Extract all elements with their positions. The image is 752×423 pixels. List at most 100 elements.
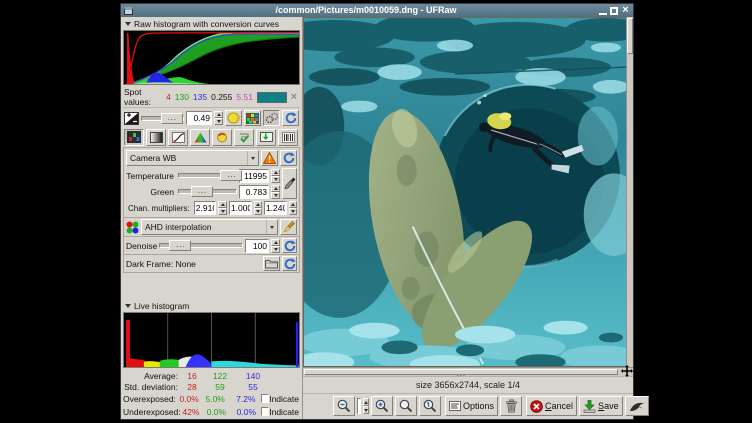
chan-red-input[interactable] <box>195 203 216 213</box>
raw-histogram-expander[interactable]: Raw histogram with conversion curves <box>123 19 300 29</box>
vertical-scrollbar[interactable] <box>626 17 633 367</box>
options-label: Options <box>463 401 494 411</box>
chan-blue-stepper[interactable] <box>289 201 297 215</box>
cancel-label: Cancel <box>545 401 573 411</box>
live-histogram-bars <box>124 313 299 367</box>
save-button[interactable]: Save <box>579 396 623 416</box>
apply-smoothing-button[interactable] <box>280 219 297 235</box>
close-icon[interactable]: × <box>621 6 630 15</box>
chan-red-entry[interactable] <box>194 201 217 215</box>
std-deviation-row: Std. deviation: 28 59 55 <box>123 381 300 392</box>
tab-save-output[interactable] <box>256 129 276 146</box>
clip-highlights-icon <box>227 112 240 124</box>
green-slider[interactable] <box>178 186 237 197</box>
zoom-entry[interactable] <box>357 398 361 414</box>
temperature-entry[interactable] <box>239 169 269 183</box>
dark-frame-label: Dark Frame: None <box>126 259 196 269</box>
title-bar[interactable]: /common/Pictures/m0010059.dng - UFRaw × <box>121 4 633 17</box>
panel-spacer <box>123 273 300 301</box>
tab-base-curve[interactable] <box>168 129 188 146</box>
spot-wb-button[interactable] <box>282 168 297 199</box>
exposure-input[interactable] <box>187 113 211 123</box>
tab-color-management[interactable] <box>190 129 210 146</box>
underexposed-label: Underexposed: <box>123 407 181 417</box>
chan-green-stepper[interactable] <box>254 201 262 215</box>
chan-green-entry[interactable] <box>229 201 252 215</box>
zoom-100-button[interactable] <box>419 396 441 416</box>
image-viewport <box>303 17 633 367</box>
gears-icon <box>265 112 278 124</box>
minimize-icon[interactable] <box>599 7 607 15</box>
load-dark-frame-button[interactable] <box>263 256 280 271</box>
raw-histogram-canvas[interactable] <box>123 30 300 85</box>
zoom-input[interactable] <box>358 401 360 411</box>
image-preview[interactable] <box>303 17 626 367</box>
live-histogram-expander[interactable]: Live histogram <box>123 301 300 311</box>
temperature-stepper[interactable] <box>271 169 280 183</box>
tab-corrections[interactable] <box>212 129 232 146</box>
green-entry[interactable] <box>239 185 269 199</box>
ufraw-window: /common/Pictures/m0010059.dng - UFRaw × … <box>120 3 634 420</box>
exposure-entry[interactable] <box>186 111 212 125</box>
std-label: Std. deviation: <box>123 382 181 392</box>
tab-exif[interactable] <box>278 129 298 146</box>
zoom-out-button[interactable] <box>333 396 355 416</box>
reset-dark-frame-button[interactable] <box>282 256 297 271</box>
underexposed-blue: 0.0% <box>232 407 261 417</box>
corrections-icon <box>216 132 228 143</box>
window-menu-icon[interactable] <box>124 7 133 15</box>
overexposed-indicate-checkbox[interactable] <box>261 394 270 403</box>
horizontal-scrollbar-thumb[interactable] <box>304 369 618 375</box>
tab-grayscale[interactable] <box>146 129 166 146</box>
temperature-slider[interactable] <box>178 170 237 181</box>
denoise-entry[interactable] <box>245 239 269 253</box>
exposure-slider[interactable] <box>141 113 184 124</box>
clip-highlights-button[interactable] <box>225 110 242 126</box>
underexposed-indicate-label[interactable]: Indicate <box>269 407 300 417</box>
vertical-scrollbar-thumb[interactable] <box>627 18 633 54</box>
interpolation-dropdown[interactable]: AHD interpolation <box>141 219 278 235</box>
underexposed-indicate-checkbox[interactable] <box>261 407 269 416</box>
pan-corner[interactable] <box>620 368 633 376</box>
exposure-compensation-icon <box>124 112 139 125</box>
chan-green-input[interactable] <box>230 203 251 213</box>
live-histogram-canvas[interactable] <box>123 312 300 368</box>
zoom-in-icon <box>375 399 389 413</box>
exposure-stepper[interactable] <box>214 111 223 125</box>
raw-histogram-curves <box>124 31 299 84</box>
delete-button[interactable] <box>500 396 522 416</box>
horizontal-scrollbar[interactable] <box>303 368 620 376</box>
green-stepper[interactable] <box>271 185 280 199</box>
send-to-gimp-button[interactable] <box>625 396 649 416</box>
overexposed-indicate-label[interactable]: Indicate <box>269 394 300 404</box>
temperature-input[interactable] <box>240 171 268 181</box>
refresh-icon <box>285 112 297 124</box>
cancel-button[interactable]: Cancel <box>526 396 577 416</box>
restore-details-button[interactable] <box>244 110 261 126</box>
tab-lens-correction[interactable] <box>234 129 254 146</box>
wb-preset-dropdown[interactable]: Camera WB <box>126 150 259 166</box>
denoise-stepper[interactable] <box>271 239 280 253</box>
green-input[interactable] <box>240 187 268 197</box>
wb-warning-button[interactable] <box>261 150 278 166</box>
chan-blue-input[interactable] <box>265 203 286 213</box>
auto-exposure-button[interactable] <box>263 110 280 126</box>
zoom-in-button[interactable] <box>371 396 393 416</box>
raw-histogram-title: Raw histogram with conversion curves <box>134 19 279 29</box>
reset-wb-button[interactable] <box>280 150 297 166</box>
chan-blue-entry[interactable] <box>264 201 287 215</box>
denoise-slider[interactable] <box>159 240 243 251</box>
denoise-input[interactable] <box>246 241 268 251</box>
maximize-icon[interactable] <box>610 7 618 15</box>
options-button[interactable]: Options <box>445 396 498 416</box>
bayer-pattern-icon <box>126 221 139 234</box>
zoom-stepper[interactable] <box>363 398 369 414</box>
zoom-fit-button[interactable] <box>395 396 417 416</box>
spot-close-icon[interactable]: × <box>291 92 299 103</box>
reset-denoise-button[interactable] <box>282 238 297 253</box>
chan-red-stepper[interactable] <box>218 201 226 215</box>
brush-icon <box>282 221 295 234</box>
spot-values-label: Spot values: <box>124 87 162 107</box>
reset-exposure-button[interactable] <box>282 110 299 126</box>
tab-white-balance[interactable] <box>124 129 144 146</box>
